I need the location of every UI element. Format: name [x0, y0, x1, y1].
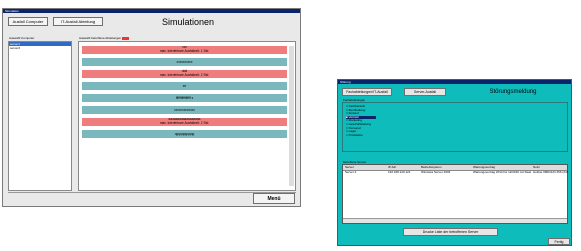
list-item[interactable]: server2	[9, 46, 71, 50]
department-row[interactable]: xxxxxxxxxxxxx	[82, 106, 287, 114]
department-row[interactable]: qqqqqqqqqqq	[82, 130, 287, 138]
table-cell: Server 2	[345, 170, 357, 174]
panel-label: Auswahl betroffene Abteilungen	[79, 36, 129, 40]
row-name: qqqqqqqqqqq	[174, 132, 195, 136]
departments-checklist: □ Fachbereich □ Buchhaltung □ Einkauf ■ …	[342, 102, 568, 152]
menu-button[interactable]: Menü	[253, 193, 295, 204]
departments-panel: xxx max. tolerierbare Ausfallzeit: 1 Std.…	[78, 41, 296, 191]
checkbox-label: Produktion	[348, 132, 363, 137]
row-name: xxxxxxxxxxxxx	[174, 108, 195, 112]
department-row[interactable]: ffffffffffffffffff s	[82, 94, 287, 102]
it-ausfall-button[interactable]: IT-Ausfall Abteilung	[53, 17, 103, 26]
fachabteilungen-button[interactable]: Fachabteilungen/IT-Ausfall	[342, 88, 392, 96]
table-row[interactable]: Server 2 192.168.120.121 Windows Server …	[343, 170, 568, 174]
department-row[interactable]: ddd max. tolerierbare Ausfallzeit: 2 Std.	[82, 69, 287, 78]
warning-badge	[122, 36, 129, 40]
stoerung-window: Störung Fachabteilungen/IT-Ausfall Serve…	[337, 79, 572, 246]
page-title: Störungsmeldung	[489, 89, 537, 95]
department-row[interactable]: ee	[82, 82, 287, 90]
row-name: xxxxxxxxxx	[176, 60, 193, 64]
server-ausfall-button[interactable]: Server-Ausfall	[404, 88, 446, 96]
department-row[interactable]: aaaaaaaaaaaaaaaaaa max. tolerierbare Ausf…	[82, 117, 287, 126]
vertical-scrollbar[interactable]	[289, 46, 294, 186]
ausfall-computer-button[interactable]: Ausfall Computer	[8, 17, 48, 26]
done-button[interactable]: Fertig	[548, 238, 570, 245]
window-titlebar: Simulation	[3, 9, 300, 13]
print-servers-button[interactable]: Drucke Liste der betroffenen Server	[403, 228, 498, 236]
row-downtime: max. tolerierbare Ausfallzeit: 1 Std.	[159, 48, 210, 53]
table-cell: Hotline 0800/123 456 (24h erreichbar)	[533, 170, 568, 174]
computer-list[interactable]: server1 server2	[8, 41, 72, 191]
department-row[interactable]: xxxxxxxxxx	[82, 58, 287, 66]
checkbox-item[interactable]: □ Produktion	[346, 132, 376, 138]
window-titlebar: Störung	[338, 80, 571, 84]
row-name: ffffffffffffffffff s	[175, 96, 194, 100]
table-cell: 192.168.120.121	[388, 170, 411, 174]
department-row[interactable]: xxx max. tolerierbare Ausfallzeit: 1 Std.	[82, 45, 287, 54]
panel-label-text: Auswahl betroffene Abteilungen	[79, 36, 122, 40]
row-downtime: max. tolerierbare Ausfallzeit: 2 Std.	[159, 72, 210, 77]
row-downtime: max. tolerierbare Ausfallzeit: 2 Std.	[159, 120, 210, 125]
servers-table: Server IP Adr. Betriebssystem Wartungsve…	[342, 164, 568, 224]
horizontal-scrollbar[interactable]	[343, 218, 567, 223]
table-cell: Windows Server 2003	[421, 170, 451, 174]
window-title: Störung	[340, 80, 351, 84]
page-title: Simulationen	[161, 17, 215, 27]
list-label: Auswahl Computer	[9, 36, 35, 40]
window-title: Simulation	[5, 9, 20, 13]
simulation-window: Simulation Ausfall Computer IT-Ausfall A…	[2, 8, 301, 207]
table-cell: Wartungsvertrag 2014 bis 12/2016 mit Rea…	[473, 170, 531, 174]
row-name: ee	[182, 84, 187, 88]
